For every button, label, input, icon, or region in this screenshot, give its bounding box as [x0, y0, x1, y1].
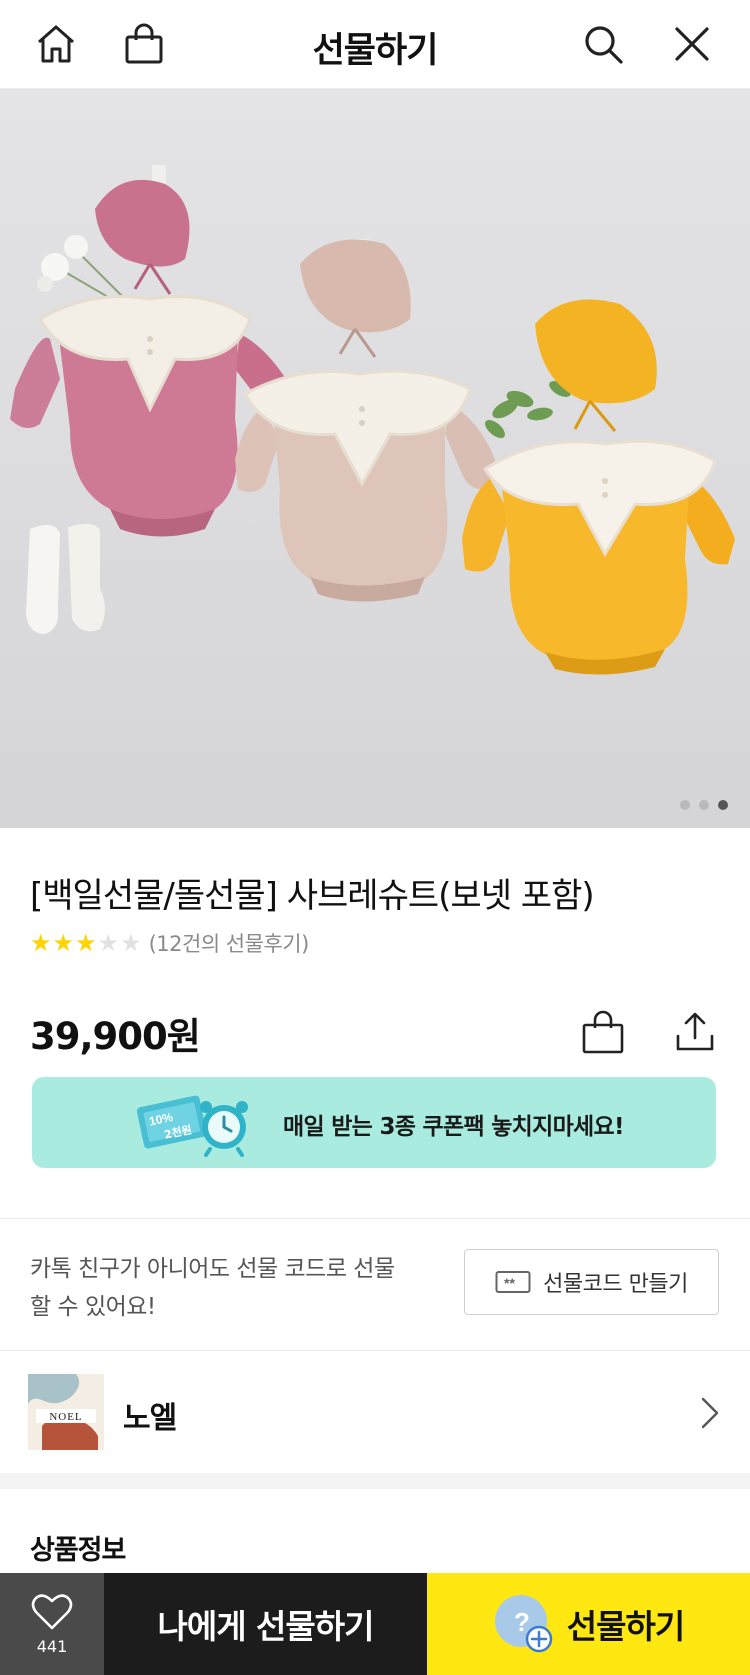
top-header: 선물하기: [0, 0, 750, 89]
product-photo: [10, 165, 735, 675]
carousel-dot[interactable]: [699, 800, 709, 810]
gift-code-description: 카톡 친구가 아니어도 선물 코드로 선물 할 수 있어요!: [30, 1256, 395, 1320]
product-price: 39,900원: [30, 1015, 201, 1058]
product-image-carousel[interactable]: [0, 89, 750, 828]
product-info-title: 상품정보: [30, 1535, 126, 1566]
star-empty-icon: ★: [120, 929, 142, 957]
svg-text:?: ?: [514, 1607, 529, 1637]
product-rating[interactable]: ★ ★ ★ ★ ★ (12건의 선물후기): [30, 928, 309, 958]
like-count: 441: [36, 1636, 68, 1656]
create-gift-code-label: 선물코드 만들기: [543, 1272, 688, 1297]
star-filled-icon: ★: [75, 929, 97, 957]
svg-text:NOEL: NOEL: [49, 1411, 82, 1423]
share-button[interactable]: [667, 1005, 723, 1059]
divider: [0, 1218, 750, 1219]
carousel-dot-active[interactable]: [718, 800, 728, 810]
svg-text:**: **: [504, 1275, 515, 1291]
share-icon: [676, 1012, 714, 1051]
heart-icon: [31, 1593, 73, 1629]
product-title: [백일선물/돌선물] 사브레슈트(보넷 포함): [30, 876, 595, 916]
send-gift-button[interactable]: ? 선물하기: [427, 1573, 750, 1675]
send-gift-label: 선물하기: [566, 1607, 685, 1646]
carousel-indicator: [680, 800, 728, 810]
create-gift-code-button[interactable]: ** 선물코드 만들기: [464, 1249, 719, 1315]
carousel-dot[interactable]: [680, 800, 690, 810]
like-button[interactable]: 441: [0, 1573, 104, 1675]
star-filled-icon: ★: [30, 929, 52, 957]
close-icon[interactable]: [666, 18, 718, 70]
star-filled-icon: ★: [52, 929, 75, 957]
code-icon: **: [495, 1271, 531, 1293]
bottom-action-bar: 441 나에게 선물하기 ? 선물하기: [0, 1573, 750, 1675]
coupon-banner[interactable]: 10% 2천원 매일 받는 3종 쿠폰팩 놓치지마세요!: [32, 1077, 716, 1168]
coupon-text: 매일 받는 3종 쿠폰팩 놓치지마세요!: [283, 1114, 624, 1140]
gift-to-myself-button[interactable]: 나에게 선물하기: [104, 1573, 427, 1675]
coupon-alarm-icon: 10% 2천원: [136, 1095, 248, 1157]
shopping-bag-icon: [582, 1010, 624, 1054]
brand-logo: NOEL: [28, 1374, 104, 1450]
page-title: 선물하기: [312, 31, 439, 71]
review-count-link[interactable]: (12건의 선물후기): [149, 928, 310, 958]
brand-row[interactable]: NOEL 노엘: [0, 1351, 750, 1473]
wish-bag-button[interactable]: [575, 1005, 631, 1059]
brand-name: 노엘: [123, 1401, 177, 1436]
add-friend-icon: ?: [494, 1595, 553, 1653]
search-icon[interactable]: [577, 18, 629, 70]
section-separator: [0, 1473, 750, 1489]
chevron-right-icon: [700, 1396, 720, 1434]
star-empty-icon: ★: [97, 929, 120, 957]
